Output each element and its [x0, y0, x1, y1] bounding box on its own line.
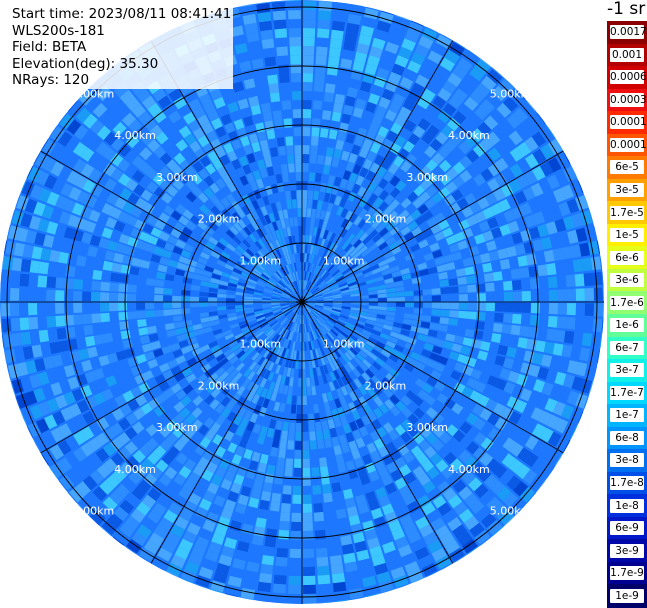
colorbar-label: 3e-7 — [610, 363, 644, 378]
colorbar-segment: 3e-5 — [607, 178, 647, 202]
colorbar-label: 1.7e-6 — [610, 295, 644, 310]
range-ring-label: 1.00km — [240, 254, 282, 267]
colorbar-label: 0.00017 — [610, 115, 647, 130]
range-ring-label: 2.00km — [365, 379, 407, 392]
colorbar-label: 3e-9 — [610, 543, 644, 558]
colorbar-label: 3e-8 — [610, 453, 644, 468]
range-ring-label: 2.00km — [198, 213, 240, 226]
colorbar-segment: 1.7e-9 — [607, 561, 647, 586]
colorbar-segment: 3e-9 — [607, 539, 647, 563]
colorbar-label: 1e-8 — [610, 498, 644, 513]
colorbar-segment: 1e-6 — [607, 314, 647, 338]
range-ring-label: 3.00km — [406, 171, 448, 184]
range-ring-label: 5.00km — [490, 87, 532, 100]
colorbar-label: 3e-5 — [610, 183, 644, 198]
colorbar-label: 0.0006 — [610, 70, 647, 85]
scan-info-panel: Start time: 2023/08/11 08:41:41 WLS200s-… — [12, 6, 234, 89]
colorbar-label: 6e-8 — [610, 430, 644, 445]
colorbar-segment: 0.0006 — [607, 66, 647, 90]
range-ring-label: 3.00km — [156, 171, 198, 184]
colorbar-segment: 1e-5 — [607, 223, 647, 247]
range-ring-label: 2.00km — [198, 379, 240, 392]
range-ring-label: 4.00km — [448, 463, 490, 476]
range-ring-label: 3.00km — [406, 421, 448, 434]
colorbar-units: -1 sr — [607, 0, 646, 19]
colorbar-segment: 1e-8 — [607, 494, 647, 518]
range-ring-label: 5.00km — [73, 87, 115, 100]
colorbar-label: 0.0017 — [610, 25, 647, 40]
range-ring-label: 1.00km — [323, 338, 365, 351]
colorbar-segment: 0.001 — [607, 43, 647, 67]
range-ring-label: 5.00km — [73, 505, 115, 518]
start-time-text: Start time: 2023/08/11 08:41:41 — [12, 6, 232, 22]
colorbar-segment: 1e-9 — [607, 584, 647, 608]
colorbar-segment: 0.00017 — [607, 111, 647, 135]
field-name: Field: BETA — [12, 39, 87, 56]
range-ring-label: 5.00km — [490, 505, 532, 518]
colorbar-label: 6e-9 — [610, 521, 644, 536]
colorbar-label: 1.7e-9 — [610, 566, 644, 581]
colorbar-label: 1.7e-7 — [610, 385, 644, 400]
colorbar: 0.0017 0.001 0.0006 0.0003 0.00017 0.0001 6e-5… — [607, 21, 647, 608]
colorbar-label: 1.7e-5 — [610, 205, 644, 220]
colorbar-segment: 3e-8 — [607, 449, 647, 473]
colorbar-label: 1.7e-8 — [610, 476, 644, 491]
colorbar-segment: 0.0017 — [607, 21, 647, 45]
range-ring-label: 1.00km — [323, 254, 365, 267]
colorbar-label: 0.0001 — [610, 137, 647, 152]
colorbar-segment: 1.7e-6 — [607, 291, 647, 315]
colorbar-segment: 6e-9 — [607, 516, 647, 540]
colorbar-segment: 1e-7 — [607, 404, 647, 428]
colorbar-label: 3e-6 — [610, 273, 644, 288]
range-ring-label: 3.00km — [156, 421, 198, 434]
colorbar-segment: 0.0003 — [607, 88, 647, 112]
range-ring-label: 4.00km — [114, 129, 156, 142]
colorbar-segment: 1.7e-5 — [607, 201, 647, 225]
colorbar-segment: 1.7e-8 — [607, 471, 647, 495]
colorbar-label: 1e-7 — [610, 408, 644, 423]
colorbar-segment: 3e-7 — [607, 359, 647, 383]
range-ring-label: 1.00km — [240, 338, 282, 351]
colorbar-segment: 6e-7 — [607, 336, 647, 360]
colorbar-label: 6e-5 — [610, 160, 644, 175]
colorbar-label: 6e-7 — [610, 340, 644, 355]
range-ring-label: 2.00km — [365, 213, 407, 226]
colorbar-segment: 1.7e-7 — [607, 381, 647, 405]
instrument-name: WLS200s-181 — [12, 22, 105, 39]
colorbar-label: 1e-5 — [610, 228, 644, 243]
colorbar-label: 6e-6 — [610, 250, 644, 265]
range-ring-label: 4.00km — [448, 129, 490, 142]
colorbar-segment: 3e-6 — [607, 268, 647, 293]
colorbar-segment: 0.0001 — [607, 133, 647, 157]
colorbar-segment: 6e-8 — [607, 426, 647, 450]
nrays-text: NRays: 120 — [12, 72, 90, 89]
colorbar-label: 1e-9 — [610, 588, 644, 603]
colorbar-label: 0.0003 — [610, 92, 647, 107]
elevation-text: Elevation(deg): 35.30 — [12, 55, 159, 72]
range-ring-label: 4.00km — [114, 463, 156, 476]
colorbar-label: 1e-6 — [610, 318, 644, 333]
ppi-scan-plot: 1.00km 1.00km 1.00km 1.00km 2.00km 2.00km 2.00… — [0, 0, 604, 604]
colorbar-segment: 6e-5 — [607, 156, 647, 180]
colorbar-segment: 6e-6 — [607, 246, 647, 270]
colorbar-label: 0.001 — [610, 47, 644, 62]
